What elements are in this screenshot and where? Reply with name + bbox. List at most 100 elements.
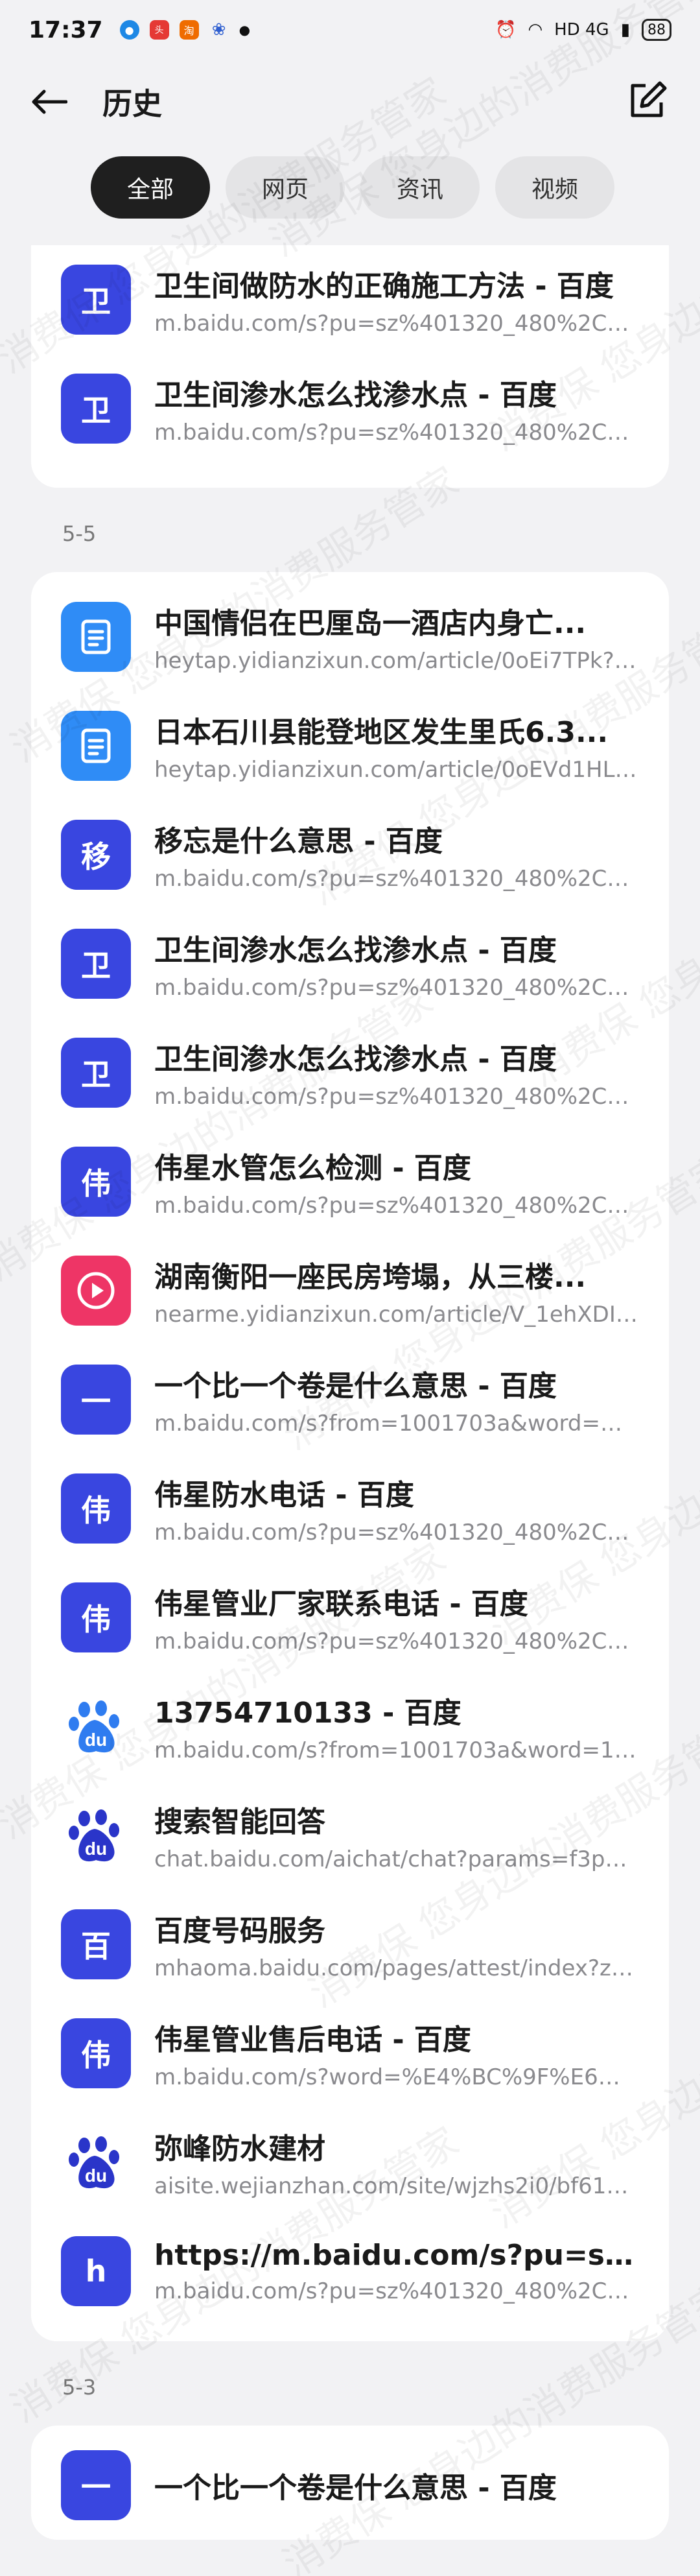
history-item-title: 弥峰防水建材 — [154, 2132, 325, 2165]
site-letter-icon: 伟 — [61, 1147, 131, 1217]
video-play-icon — [61, 1256, 131, 1326]
history-item-title: 日本石川县能登地区发生里氏6.3... — [154, 716, 609, 749]
signal-icon: ▮ — [620, 20, 630, 40]
history-item-url: heytap.yidianzixun.com/article/0oEVd1HL?… — [154, 757, 639, 783]
history-item-url: heytap.yidianzixun.com/article/0oEi7TPk?… — [154, 648, 639, 674]
history-item-text: 伟星管业厂家联系电话 - 百度 m.baidu.com/s?pu=sz%40132… — [154, 1580, 639, 1654]
tab-web[interactable]: 网页 — [226, 156, 345, 219]
history-item-url: m.baidu.com/s?pu=sz%401320_480%2Ccuid... — [154, 1084, 639, 1110]
page-title: 历史 — [102, 86, 162, 121]
history-item-text: 卫生间渗水怎么找渗水点 - 百度 m.baidu.com/s?pu=sz%4013… — [154, 927, 639, 1001]
history-item[interactable]: 伟伟星水管怎么检测 - 百度 m.baidu.com/s?pu=sz%401320… — [31, 1127, 669, 1236]
history-item-text: https://m.baidu.com/s?pu=sz%4... m.baidu.… — [154, 2239, 639, 2304]
history-item-text: 伟星管业售后电话 - 百度 m.baidu.com/s?word=%E4%BC%9… — [154, 2016, 639, 2090]
history-item-title: 一个比一个卷是什么意思 - 百度 — [154, 1370, 557, 1403]
history-item-title: 一个比一个卷是什么意思 - 百度 — [154, 2472, 557, 2505]
tab-news[interactable]: 资讯 — [360, 156, 480, 219]
site-letter-icon: 卫 — [61, 1038, 131, 1108]
history-item-title: 13754710133 - 百度 — [154, 1697, 461, 1730]
history-item-title: 卫生间渗水怎么找渗水点 - 百度 — [154, 1043, 557, 1076]
history-item-url: m.baidu.com/s?pu=sz%401320_480%2Ccuid... — [154, 1520, 639, 1545]
site-letter-icon: 伟 — [61, 1473, 131, 1544]
history-item[interactable]: 卫卫生间渗水怎么找渗水点 - 百度 m.baidu.com/s?pu=sz%401… — [31, 909, 669, 1018]
site-letter-icon: 百 — [61, 1909, 131, 1979]
history-item-url: m.baidu.com/s?from=1001703a&word=137... — [154, 1737, 639, 1763]
history-item-title: 伟星防水电话 - 百度 — [154, 1479, 414, 1512]
wifi-icon: ◠ — [528, 20, 543, 40]
history-item-url: aisite.wejianzhan.com/site/wjzhs2i0/bf61… — [154, 2173, 639, 2199]
site-letter-icon: 伟 — [61, 2018, 131, 2088]
history-item-text: 弥峰防水建材 aisite.wejianzhan.com/site/wjzhs2i… — [154, 2125, 639, 2199]
history-item-title: 湖南衡阳一座民房垮塌，从三楼... — [154, 1261, 587, 1294]
status-bar: 17:37 ● 头 淘 ❀ ● ⏰ ◠ HD 4G ▮ 88 — [0, 0, 700, 60]
history-item[interactable]: 一一个比一个卷是什么意思 - 百度 — [31, 2431, 669, 2540]
history-item[interactable]: 日本石川县能登地区发生里氏6.3... heytap.yidianzixun.co… — [31, 691, 669, 800]
history-item-url: m.baidu.com/s?pu=sz%401320_480%2Ccuid... — [154, 2278, 639, 2304]
history-item[interactable]: 湖南衡阳一座民房垮塌，从三楼... nearme.yidianzixun.com/… — [31, 1236, 669, 1345]
history-item-url: m.baidu.com/s?pu=sz%401320_480%2Ccuid... — [154, 975, 639, 1001]
back-button[interactable] — [31, 79, 76, 125]
history-item-text: 湖南衡阳一座民房垮塌，从三楼... nearme.yidianzixun.com/… — [154, 1254, 639, 1328]
news-notification-icon: 头 — [149, 20, 169, 40]
page-header: 历史 — [0, 60, 700, 144]
history-item[interactable]: du 13754710133 - 百度 m.baidu.com/s?from=100… — [31, 1672, 669, 1781]
history-item-url: m.baidu.com/s?pu=sz%401320_480%2Ccuid... — [154, 1628, 639, 1654]
status-time: 17:37 — [29, 16, 103, 43]
shopping-notification-icon: 淘 — [179, 20, 199, 40]
history-item-text: 移忘是什么意思 - 百度 m.baidu.com/s?pu=sz%401320_4… — [154, 818, 639, 892]
date-section-label: 5-5 — [62, 521, 97, 546]
svg-text:du: du — [85, 1839, 107, 1859]
history-item-url: m.baidu.com/s?pu=sz%401320_480%2Ccuid... — [154, 866, 639, 892]
history-item[interactable]: h https://m.baidu.com/s?pu=sz%4... m.baidu… — [31, 2217, 669, 2326]
history-item[interactable]: 百百度号码服务 mhaoma.baidu.com/pages/attest/ind… — [31, 1890, 669, 1999]
history-item-text: 伟星防水电话 - 百度 m.baidu.com/s?pu=sz%401320_48… — [154, 1472, 639, 1545]
date-section-label: 5-3 — [62, 2375, 97, 2400]
history-item-title: 卫生间渗水怎么找渗水点 - 百度 — [154, 934, 557, 967]
history-item[interactable]: 卫卫生间渗水怎么找渗水点 - 百度 m.baidu.com/s?pu=sz%401… — [31, 1018, 669, 1127]
history-item-url: m.baidu.com/s?pu=sz%401320_480%2Ccuid... — [154, 311, 639, 337]
history-item-url: m.baidu.com/s?pu=sz%401320_480%2Ccuid... — [154, 420, 639, 446]
history-item-url: m.baidu.com/s?word=%E4%BC%9F%E6%98... — [154, 2064, 639, 2090]
filter-tabs: 全部 网页 资讯 视频 — [0, 144, 700, 222]
history-item-text: 搜索智能回答 chat.baidu.com/aichat/chat?params=… — [154, 1798, 639, 1872]
history-item[interactable]: du 弥峰防水建材 aisite.wejianzhan.com/site/wjzhs… — [31, 2108, 669, 2217]
site-letter-icon: 伟 — [61, 1582, 131, 1652]
history-item-url: nearme.yidianzixun.com/article/V_1ehXDI6… — [154, 1302, 639, 1328]
history-item-url: m.baidu.com/s?from=1001703a&word=%E4... — [154, 1411, 639, 1437]
article-icon — [61, 602, 131, 672]
history-item-title: 伟星水管怎么检测 - 百度 — [154, 1152, 471, 1185]
history-item-url: chat.baidu.com/aichat/chat?params=f3pR2.… — [154, 1846, 639, 1872]
app-notification-icon: ● — [119, 20, 139, 40]
history-item[interactable]: 卫卫生间渗水怎么找渗水点 - 百度 m.baidu.com/s?pu=sz%401… — [31, 354, 669, 463]
history-item-text: 13754710133 - 百度 m.baidu.com/s?from=10017… — [154, 1689, 639, 1763]
history-group-card: 中国情侣在巴厘岛一酒店内身亡... heytap.yidianzixun.com/… — [31, 572, 669, 2341]
history-item-title: 搜索智能回答 — [154, 1806, 325, 1839]
history-item-url: m.baidu.com/s?pu=sz%401320_480%2Ccuid... — [154, 1193, 639, 1219]
alarm-icon: ⏰ — [495, 20, 517, 40]
tab-all[interactable]: 全部 — [91, 156, 211, 219]
paw-notification-icon: ❀ — [211, 20, 226, 40]
history-item[interactable]: 卫卫生间做防水的正确施工方法 - 百度 m.baidu.com/s?pu=sz%4… — [31, 245, 669, 354]
history-item[interactable]: du 搜索智能回答 chat.baidu.com/aichat/chat?param… — [31, 1781, 669, 1890]
arrow-left-icon — [32, 89, 67, 114]
history-item[interactable]: 伟伟星防水电话 - 百度 m.baidu.com/s?pu=sz%401320_4… — [31, 1454, 669, 1563]
history-item[interactable]: 伟伟星管业售后电话 - 百度 m.baidu.com/s?word=%E4%BC%… — [31, 1999, 669, 2108]
svg-text:du: du — [85, 1730, 107, 1750]
site-letter-icon: 卫 — [61, 374, 131, 444]
network-indicator: HD 4G — [554, 20, 609, 40]
history-item-text: 卫生间渗水怎么找渗水点 - 百度 m.baidu.com/s?pu=sz%4013… — [154, 1036, 639, 1110]
edit-button[interactable] — [626, 80, 668, 122]
site-letter-icon: 卫 — [61, 929, 131, 999]
history-item-text: 伟星水管怎么检测 - 百度 m.baidu.com/s?pu=sz%401320_… — [154, 1145, 639, 1219]
site-letter-icon: h — [61, 2236, 131, 2306]
history-item[interactable]: 一一个比一个卷是什么意思 - 百度 m.baidu.com/s?from=1001… — [31, 1345, 669, 1454]
history-item-text: 一个比一个卷是什么意思 - 百度 m.baidu.com/s?from=10017… — [154, 1363, 639, 1437]
history-item[interactable]: 伟伟星管业厂家联系电话 - 百度 m.baidu.com/s?pu=sz%4013… — [31, 1563, 669, 1672]
history-item-title: 伟星管业售后电话 - 百度 — [154, 2023, 471, 2057]
history-item-title: 中国情侣在巴厘岛一酒店内身亡... — [154, 607, 587, 640]
tab-video[interactable]: 视频 — [495, 156, 615, 219]
site-letter-icon: 卫 — [61, 265, 131, 335]
history-item[interactable]: 移移忘是什么意思 - 百度 m.baidu.com/s?pu=sz%401320_… — [31, 800, 669, 909]
history-item-title: 伟星管业厂家联系电话 - 百度 — [154, 1588, 528, 1621]
history-item[interactable]: 中国情侣在巴厘岛一酒店内身亡... heytap.yidianzixun.com/… — [31, 582, 669, 691]
